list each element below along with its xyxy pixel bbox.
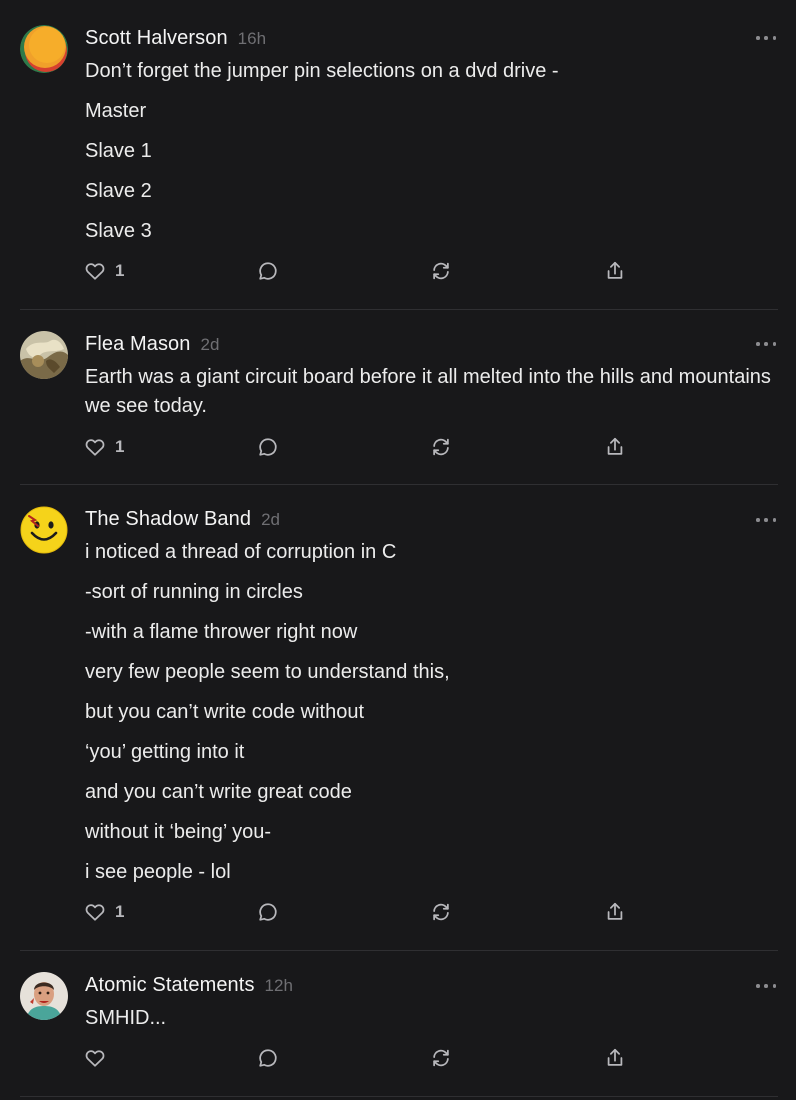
comment-bubble-icon	[259, 1049, 277, 1067]
more-dots-icon[interactable]	[756, 32, 776, 44]
post-text-line: ‘you’ getting into it	[85, 741, 245, 763]
post-text-line: -sort of running in circles	[85, 581, 303, 603]
post-actions: 1	[0, 434, 796, 460]
notes-feed: Scott Halverson 16h Don’t forget the jum…	[0, 0, 796, 1100]
like-count: 1	[115, 437, 125, 456]
author-name[interactable]: The Shadow Band	[85, 508, 251, 531]
post-text-line: without it ‘being’ you-	[85, 821, 272, 843]
post-body: SMHID...	[85, 1004, 775, 1033]
post-text-line: SMHID...	[85, 1007, 167, 1029]
post-text-line: but you can’t write code without	[85, 701, 365, 723]
post-header: Scott Halverson 16h	[85, 27, 266, 53]
divider	[20, 484, 778, 485]
post-text-line: Don’t forget the jumper pin selections o…	[85, 60, 559, 82]
share-button[interactable]	[604, 899, 626, 925]
avatar[interactable]	[20, 506, 68, 554]
post-text-line: and you can’t write great code	[85, 781, 352, 803]
like-count: 1	[115, 261, 125, 280]
comment-bubble-icon	[259, 903, 277, 921]
heart-icon	[85, 1050, 105, 1067]
like-button[interactable]	[84, 1045, 106, 1071]
share-upload-icon	[607, 902, 623, 920]
post-text-line: very few people seem to understand this,	[85, 661, 450, 683]
divider	[20, 950, 778, 951]
comment-bubble-icon	[259, 438, 277, 456]
more-dots-icon[interactable]	[756, 514, 776, 526]
post-text-line: -with a flame thrower right now	[85, 621, 358, 643]
like-button[interactable]: 1	[84, 258, 124, 284]
share-button[interactable]	[604, 434, 626, 460]
post-text-line: Master	[85, 100, 147, 122]
avatar[interactable]	[20, 331, 68, 379]
like-button[interactable]: 1	[84, 899, 124, 925]
avatar[interactable]	[20, 25, 68, 73]
restack-arrows-icon	[433, 903, 449, 921]
post-text-line: Earth was a giant circuit board before i…	[85, 366, 771, 417]
divider	[20, 1096, 778, 1097]
post-text-line: Slave 2	[85, 180, 152, 202]
share-upload-icon	[607, 1048, 623, 1066]
more-dots-icon[interactable]	[756, 338, 776, 350]
restack-button[interactable]	[430, 258, 452, 284]
divider	[20, 309, 778, 310]
restack-arrows-icon	[433, 262, 449, 280]
post-body: i noticed a thread of corruption in C -s…	[85, 538, 775, 887]
comment-button[interactable]	[257, 258, 279, 284]
post-header: The Shadow Band 2d	[85, 508, 280, 534]
comment-bubble-icon	[259, 262, 277, 280]
post-actions: 1	[0, 258, 796, 284]
post-header: Atomic Statements 12h	[85, 974, 293, 1000]
heart-icon	[85, 439, 105, 456]
restack-button[interactable]	[430, 434, 452, 460]
post-header: Flea Mason 2d	[85, 333, 219, 359]
post-actions: 1	[0, 899, 796, 925]
restack-arrows-icon	[433, 1049, 449, 1067]
post-text-line: i see people - lol	[85, 861, 231, 883]
author-name[interactable]: Atomic Statements	[85, 974, 255, 997]
timestamp[interactable]: 2d	[201, 335, 220, 355]
like-count: 1	[115, 902, 125, 921]
author-name[interactable]: Flea Mason	[85, 333, 191, 356]
avatar[interactable]	[20, 972, 68, 1020]
timestamp[interactable]: 12h	[265, 976, 293, 996]
more-dots-icon[interactable]	[756, 980, 776, 992]
timestamp[interactable]: 2d	[261, 510, 280, 530]
post-text-line: i noticed a thread of corruption in C	[85, 541, 397, 563]
author-name[interactable]: Scott Halverson	[85, 27, 228, 50]
orange-circle-avatar-icon	[20, 25, 68, 73]
photo-avatar-icon	[20, 331, 68, 379]
post-text-line: Slave 3	[85, 220, 152, 242]
person-photo-avatar-icon	[20, 972, 68, 1020]
restack-button[interactable]	[430, 899, 452, 925]
share-button[interactable]	[604, 258, 626, 284]
comment-button[interactable]	[257, 434, 279, 460]
post-body: Earth was a giant circuit board before i…	[85, 363, 775, 421]
share-upload-icon	[607, 261, 623, 279]
restack-button[interactable]	[430, 1045, 452, 1071]
share-upload-icon	[607, 437, 623, 455]
smiley-face-avatar-icon	[20, 506, 68, 554]
post-body: Don’t forget the jumper pin selections o…	[85, 57, 775, 246]
comment-button[interactable]	[257, 1045, 279, 1071]
share-button[interactable]	[604, 1045, 626, 1071]
timestamp[interactable]: 16h	[238, 29, 266, 49]
heart-icon	[85, 904, 105, 921]
heart-icon	[85, 263, 105, 280]
like-button[interactable]: 1	[84, 434, 124, 460]
post-text-line: Slave 1	[85, 140, 152, 162]
restack-arrows-icon	[433, 438, 449, 456]
post-actions	[0, 1045, 796, 1071]
comment-button[interactable]	[257, 899, 279, 925]
